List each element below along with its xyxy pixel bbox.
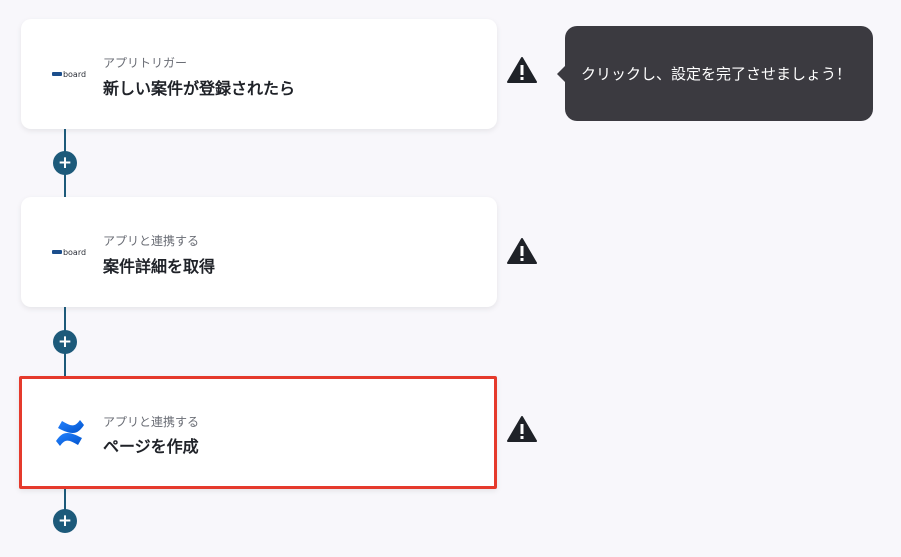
plus-icon: + [57,510,73,531]
tooltip: クリックし、設定を完了させましょう！ [557,26,873,121]
step-subtitle: アプリトリガー [103,56,188,70]
confluence-logo-icon [48,379,92,486]
board-logo-icon: board [47,19,91,129]
step-subtitle: アプリと連携する [103,234,200,248]
step-card-3[interactable]: アプリと連携する ページを作成 [19,376,497,489]
plus-icon: + [57,152,73,173]
step-card-2[interactable]: board アプリと連携する 案件詳細を取得 [21,197,497,307]
step-title: ページを作成 [103,437,199,456]
add-step-button[interactable]: + [53,151,77,175]
warning-icon[interactable] [506,415,538,443]
warning-icon[interactable] [506,237,538,265]
add-step-button[interactable]: + [53,330,77,354]
step-subtitle: アプリと連携する [103,415,200,429]
connector-line [64,489,66,511]
step-card-1[interactable]: board アプリトリガー 新しい案件が登録されたら [21,19,497,129]
add-step-button[interactable]: + [53,509,77,533]
tooltip-text: クリックし、設定を完了させましょう！ [581,65,852,83]
plus-icon: + [57,331,73,352]
step-title: 新しい案件が登録されたら [103,79,296,98]
warning-icon[interactable] [506,56,538,84]
step-title: 案件詳細を取得 [103,257,216,276]
board-logo-icon: board [47,197,91,307]
